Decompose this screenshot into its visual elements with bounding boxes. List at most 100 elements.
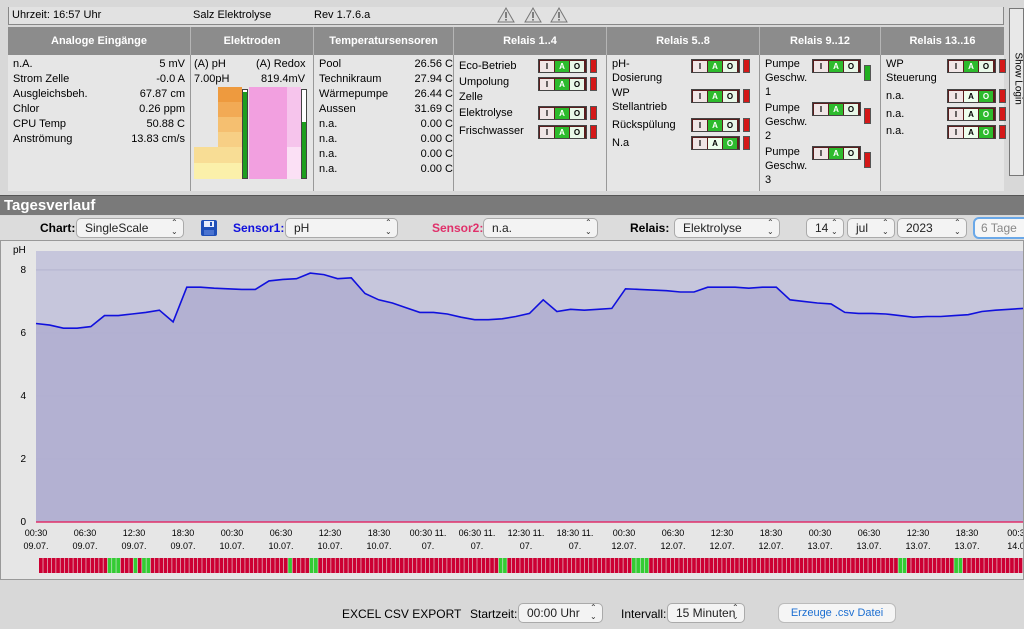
relay-state-cell [868, 558, 873, 573]
relays-9-12: Pumpe Geschw. 1 Pumpe Geschw. 2 Pumpe Ge… [760, 55, 881, 191]
year-select[interactable]: 2023 [897, 218, 967, 238]
x-tick-label: 12.07. [660, 541, 685, 551]
relay-switch[interactable]: IAO [947, 125, 1006, 139]
relay-state-cell [679, 558, 683, 573]
relay-switch[interactable]: IAO [947, 59, 1006, 73]
ph-value: 7.00pH [194, 73, 230, 85]
relay-switch[interactable]: IAO [812, 59, 871, 81]
relay-state-cell [842, 558, 847, 573]
relay-state-cell [571, 558, 576, 573]
relay-state-cell [541, 558, 546, 573]
show-login-button[interactable]: Show Login [1009, 8, 1024, 176]
relay-switch[interactable]: IAO [691, 89, 750, 103]
relay-state-cell [129, 558, 133, 573]
chart-type-label: Chart: [40, 221, 76, 235]
relais-select[interactable]: Elektrolyse [674, 218, 780, 238]
relay-state-cell [546, 558, 550, 573]
month-select[interactable]: jul [847, 218, 895, 238]
sensor2-select[interactable]: n.a. [483, 218, 598, 238]
x-tick-label: 18:30 [956, 528, 979, 538]
relay-state-cell [898, 558, 903, 573]
relay-state-cell [468, 558, 473, 573]
relay-state-cell [748, 558, 752, 573]
create-csv-button[interactable]: Erzeuge .csv Datei [778, 603, 896, 623]
chart-type-select[interactable]: SingleScale [76, 218, 184, 238]
panel-header: Analoge Eingänge Elektroden Temperaturse… [8, 27, 1004, 55]
x-tick-label: 13.07. [807, 541, 832, 551]
relay-state-cell [631, 558, 636, 573]
status-bar: Uhrzeit: 16:57 Uhr Salz Elektrolyse Rev … [8, 7, 1004, 25]
relay-state-cell [601, 558, 606, 573]
relay-state-cell [348, 558, 353, 573]
range-input[interactable]: 6 Tage [973, 217, 1024, 239]
relay-state-cell [133, 558, 138, 573]
relays-13-16: WP Steuerung n.a. n.a. n.a. IAO IAO IAO … [881, 55, 1006, 191]
relay-state-cell [60, 558, 65, 573]
temp-row: n.a. 0.00 C [319, 163, 453, 175]
interval-select[interactable]: 15 Minuten [667, 603, 745, 623]
relay-state-cell [271, 558, 275, 573]
relay-state-cell [640, 558, 645, 573]
analog-inputs: n.A. 5 mV Strom Zelle -0.0 A Ausgleichsbeh… [8, 55, 191, 191]
relay-state-cell [653, 558, 658, 573]
warning-icon[interactable] [550, 7, 568, 23]
relay-state-cell [485, 558, 490, 573]
chart-area: pH 8 6 4 2 0 00:30 09.07. 06:30 09.07. 12:30 09.07.… [0, 240, 1024, 580]
relay-state-cell [700, 558, 705, 573]
relay-label: Geschw. [765, 116, 808, 128]
relay-state-cell [404, 558, 408, 573]
relay-state-cell [949, 558, 954, 573]
save-icon[interactable] [200, 219, 218, 237]
relay-switch[interactable]: IAO [812, 146, 871, 168]
relay-label: n.a. [886, 90, 905, 102]
relay-switch[interactable]: IAO [538, 125, 597, 139]
relay-state-cell [215, 558, 219, 573]
relay-state-cell [210, 558, 215, 573]
relay-state-cell [859, 558, 864, 573]
relay-switch[interactable]: IAO [947, 89, 1006, 103]
relay-label: Frischwasser [459, 125, 524, 137]
relay-state-cell [773, 558, 778, 573]
y-axis-label: pH [13, 245, 26, 256]
relay-label: Pumpe [765, 146, 800, 158]
relay-switch[interactable]: IAO [691, 59, 750, 73]
relay-switch[interactable]: IAO [812, 102, 871, 124]
section-title: Tagesverlauf [4, 197, 96, 214]
relay-state-cell [309, 558, 314, 573]
relay-state-cell [460, 558, 464, 573]
relay-state-cell [430, 558, 434, 573]
relay-switch[interactable]: IAO [691, 136, 750, 150]
relay-status-led [743, 118, 750, 132]
relay-switch[interactable]: IAO [538, 77, 597, 91]
relay-state-cell [821, 558, 825, 573]
relay-state-cell [558, 558, 563, 573]
relay-state-cell [425, 558, 430, 573]
day-select[interactable]: 14 [806, 218, 844, 238]
relay-state-cell [498, 558, 503, 573]
export-label: EXCEL CSV EXPORT [342, 607, 462, 621]
relay-state-cell [112, 558, 116, 573]
relay-state-cell [713, 558, 718, 573]
relay-state-cell [533, 558, 537, 573]
x-tick-label: 12:30 11. [508, 528, 545, 538]
relay-state-cell [442, 558, 447, 573]
tagesverlauf-bar: Tagesverlauf [0, 195, 1024, 215]
relay-switch[interactable]: IAO [691, 118, 750, 132]
relay-state-cell [494, 558, 499, 573]
warning-icon[interactable] [497, 7, 515, 23]
relay-label: Elektrolyse [459, 107, 513, 119]
start-time-select[interactable]: 00:00 Uhr [518, 603, 603, 623]
relay-state-cell [997, 558, 1001, 573]
relay-state-cell [928, 558, 933, 573]
relay-state-cell [980, 558, 984, 573]
redox-gauge [249, 87, 309, 179]
relay-switch[interactable]: IAO [947, 107, 1006, 121]
relay-state-cell [803, 558, 808, 573]
relay-switch[interactable]: IAO [538, 106, 597, 120]
sensor1-select[interactable]: pH [285, 218, 398, 238]
relay-status-led [590, 59, 597, 73]
relay-state-cell [447, 558, 451, 573]
relay-switch[interactable]: IAO [538, 59, 597, 73]
x-tick-label: 18:30 [760, 528, 783, 538]
warning-icon[interactable] [524, 7, 542, 23]
